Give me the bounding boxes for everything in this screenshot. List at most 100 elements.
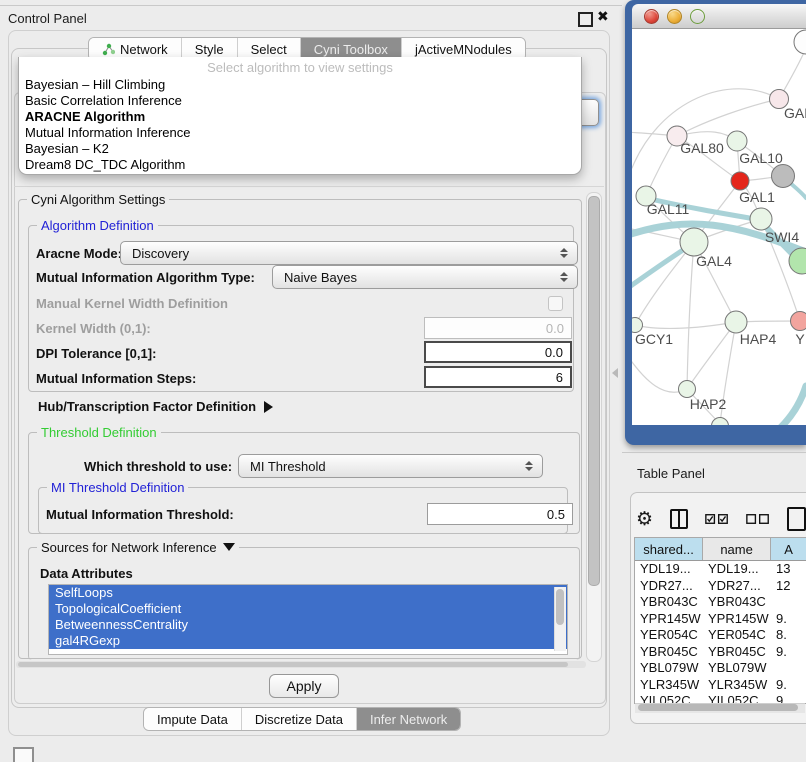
manual-kernel-label: Manual Kernel Width Definition	[36, 296, 228, 311]
list-scrollbar-thumb[interactable]	[556, 589, 564, 625]
network-graph: GALGAL80GAL10GAL1GAL11SWI4GAL4GCY1HAP4YH…	[632, 29, 806, 425]
panel-top-divider	[0, 5, 622, 6]
network-node-y[interactable]	[791, 312, 806, 331]
network-node[interactable]	[794, 30, 806, 54]
hub-definition-toggle[interactable]: Hub/Transcription Factor Definition	[38, 399, 273, 414]
list-scrollbar[interactable]	[554, 587, 566, 651]
tab-infer-network[interactable]: Infer Network	[357, 708, 460, 730]
which-threshold-select[interactable]: MI Threshold	[238, 454, 543, 478]
table-cell: YLR345W	[635, 677, 703, 694]
dpi-tolerance-input[interactable]: 0.0	[424, 341, 572, 363]
column-header-a[interactable]: A	[771, 538, 806, 560]
table-cell: 9.	[771, 677, 806, 694]
network-edge[interactable]	[687, 322, 736, 389]
table-row[interactable]: YPR145WYPR145W9.	[635, 611, 806, 628]
table-row[interactable]: YBR043CYBR043C	[635, 594, 806, 611]
close-window-icon[interactable]	[644, 9, 659, 24]
column-header-shared[interactable]: shared...	[635, 538, 703, 560]
algorithm-option[interactable]: Dream8 DC_TDC Algorithm	[23, 157, 577, 173]
deselect-all-checkboxes-icon[interactable]	[746, 512, 770, 526]
network-node-swi4[interactable]	[750, 208, 772, 230]
splitter-collapse-icon[interactable]	[612, 368, 618, 378]
node-label: GAL10	[739, 150, 783, 166]
aracne-mode-select[interactable]: Discovery	[120, 241, 578, 265]
table-cell: 9.	[771, 611, 806, 628]
attribute-item[interactable]: TopologicalCoefficient	[49, 601, 567, 617]
mi-type-label: Mutual Information Algorithm Type:	[36, 270, 255, 285]
gear-icon[interactable]: ⚙	[636, 510, 653, 529]
table-cell: YER054C	[703, 627, 771, 644]
mi-type-select[interactable]: Naive Bayes	[272, 265, 578, 289]
sources-group-title[interactable]: Sources for Network Inference	[37, 540, 239, 555]
network-node-hap4[interactable]	[725, 311, 747, 333]
node-label: GAL1	[739, 189, 775, 205]
table-cell: 9.	[771, 644, 806, 661]
sources-title-text: Sources for Network Inference	[41, 540, 217, 555]
table-cell: YBR043C	[635, 594, 703, 611]
network-edge[interactable]	[687, 242, 694, 389]
attribute-item[interactable]: BetweennessCentrality	[49, 617, 567, 633]
network-node-gal10[interactable]	[727, 131, 747, 151]
network-edge[interactable]	[677, 99, 779, 136]
combo-arrows-icon	[560, 272, 568, 282]
network-edge[interactable]	[635, 242, 694, 325]
node-label: SWI4	[765, 229, 799, 245]
hub-definition-label: Hub/Transcription Factor Definition	[38, 399, 256, 414]
network-node-gal1[interactable]	[731, 172, 749, 190]
table-cell: YBR045C	[703, 644, 771, 661]
table-row[interactable]: YBL079WYBL079W	[635, 660, 806, 677]
tab-discretize-data[interactable]: Discretize Data	[242, 708, 357, 730]
attribute-item[interactable]: gal4RGexp	[49, 633, 567, 649]
table-toolbar: ⚙	[636, 505, 806, 533]
new-table-icon[interactable]	[787, 507, 806, 531]
table-row[interactable]: YDL19...YDL19...13	[635, 561, 806, 578]
network-edge[interactable]	[635, 322, 736, 328]
network-node[interactable]	[712, 418, 729, 426]
tab-impute-data[interactable]: Impute Data	[144, 708, 242, 730]
mi-threshold-input[interactable]: 0.5	[427, 503, 573, 525]
table-row[interactable]: YLR345WYLR345W9.	[635, 677, 806, 694]
attribute-item[interactable]: SelfLoops	[49, 585, 567, 601]
apply-button[interactable]: Apply	[269, 674, 339, 698]
network-node[interactable]	[772, 165, 795, 188]
network-node-hap2[interactable]	[679, 381, 696, 398]
node-label: HAP2	[690, 396, 727, 412]
network-edge[interactable]	[745, 386, 806, 425]
algorithm-option[interactable]: ARACNE Algorithm	[23, 109, 577, 125]
table-cell: YLR345W	[703, 677, 771, 694]
table-cell	[771, 594, 806, 611]
table-row[interactable]: YER054CYER054C8.	[635, 627, 806, 644]
algorithm-option[interactable]: Basic Correlation Inference	[23, 93, 577, 109]
algorithm-option[interactable]: Mutual Information Inference	[23, 125, 577, 141]
node-label: GCY1	[635, 331, 673, 347]
column-header-name[interactable]: name	[703, 538, 771, 560]
manual-kernel-checkbox[interactable]	[548, 296, 563, 311]
table-cell: YDL19...	[703, 561, 771, 578]
algorithm-option[interactable]: Bayesian – K2	[23, 141, 577, 157]
float-panel-icon[interactable]	[578, 12, 593, 27]
algorithm-option[interactable]: Bayesian – Hill Climbing	[23, 77, 577, 93]
mi-steps-input[interactable]: 6	[424, 366, 572, 388]
network-window-titlebar[interactable]	[632, 4, 806, 29]
data-attributes-list[interactable]: SelfLoopsTopologicalCoefficientBetweenne…	[48, 584, 568, 655]
table-hscrollbar-thumb[interactable]	[638, 704, 798, 711]
network-canvas[interactable]: GALGAL80GAL10GAL1GAL11SWI4GAL4GCY1HAP4YH…	[632, 29, 806, 425]
algorithm-options-list: Bayesian – Hill ClimbingBasic Correlatio…	[23, 77, 577, 173]
table-row[interactable]: YBR045CYBR045C9.	[635, 644, 806, 661]
mi-threshold-group-title: MI Threshold Definition	[47, 480, 188, 495]
network-node-gal4[interactable]	[680, 228, 708, 256]
minimize-window-icon[interactable]	[667, 9, 682, 24]
mi-steps-label: Mutual Information Steps:	[36, 371, 196, 386]
settings-scrollbar-thumb[interactable]	[588, 196, 600, 586]
minimized-panel-icon[interactable]	[13, 747, 34, 762]
settings-hscrollbar-thumb[interactable]	[18, 662, 568, 667]
node-label: GAL80	[680, 140, 724, 156]
table-cell: YER054C	[635, 627, 703, 644]
close-panel-icon[interactable]: ✖	[597, 8, 609, 25]
algorithm-dropdown-placeholder: Select algorithm to view settings	[19, 60, 581, 75]
columns-icon[interactable]	[670, 509, 688, 529]
zoom-window-icon[interactable]	[690, 9, 705, 24]
table-row[interactable]: YDR27...YDR27...12	[635, 578, 806, 595]
select-all-checkboxes-icon[interactable]	[705, 512, 729, 526]
kernel-width-input[interactable]: 0.0	[424, 317, 572, 339]
